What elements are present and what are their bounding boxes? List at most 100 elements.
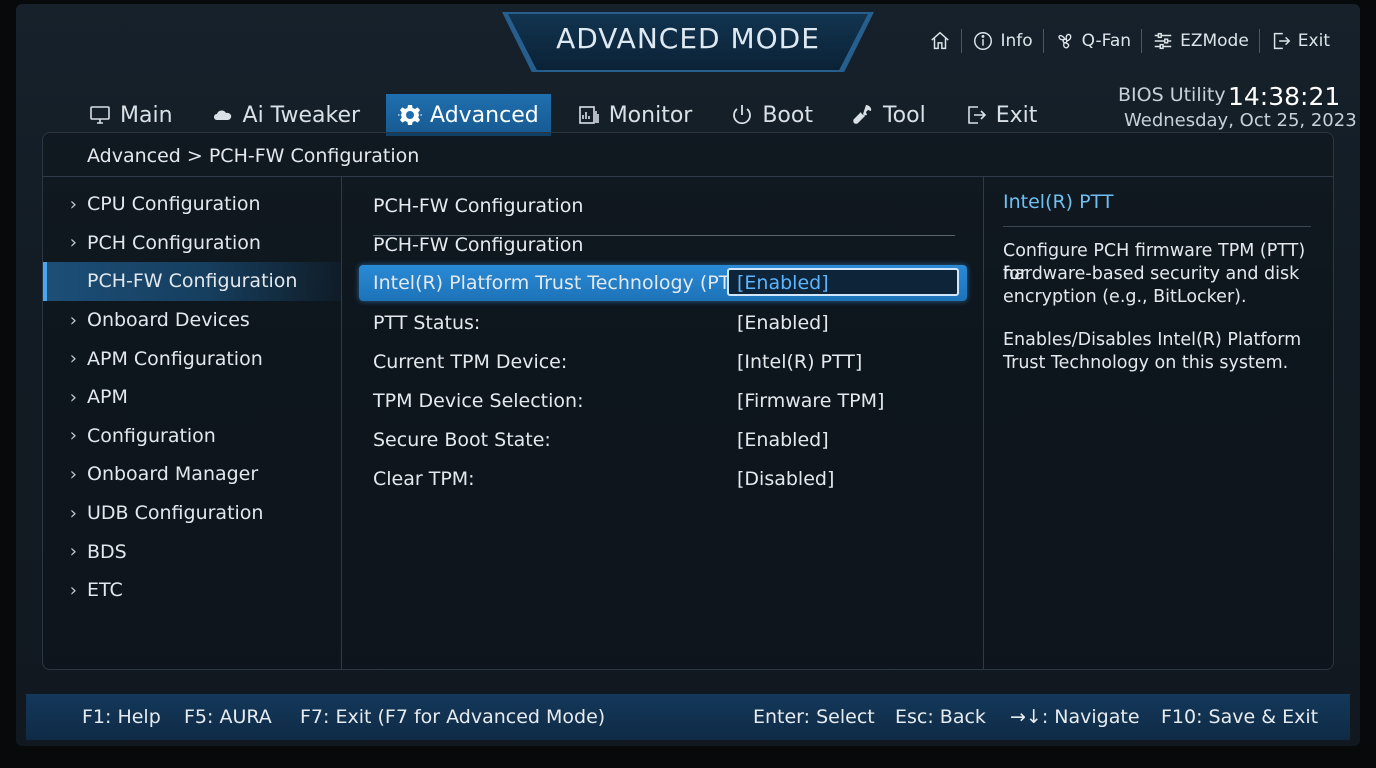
top-exit-button[interactable]: Exit — [1260, 30, 1340, 52]
clock: 14:38:21 — [1228, 82, 1341, 111]
divider — [341, 177, 342, 669]
tab-tool[interactable]: Tool — [839, 94, 938, 136]
sidebar-item-label: Configuration — [87, 424, 216, 447]
footer-help[interactable]: F1: Help — [82, 706, 161, 728]
tab-ai-tweaker[interactable]: Ai Tweaker — [199, 94, 373, 136]
gear-icon — [398, 105, 423, 125]
sidebar-item-label: UDB Configuration — [87, 502, 264, 525]
setting-label: TPM Device Selection: — [373, 390, 584, 412]
setting-row-ptt-status: PTT Status: [Enabled] — [359, 305, 967, 341]
tab-exit[interactable]: Exit — [952, 94, 1050, 136]
tab-tool-label: Tool — [882, 102, 926, 128]
ezmode-button[interactable]: EZMode — [1142, 30, 1259, 52]
setting-value: [Enabled] — [737, 312, 829, 334]
sidebar-item-udb-configuration[interactable]: › UDB Configuration — [43, 494, 341, 533]
exit-icon — [1273, 32, 1291, 50]
divider — [983, 177, 984, 669]
breadcrumb: Advanced > PCH-FW Configuration — [87, 145, 420, 167]
wrench-icon — [853, 105, 872, 124]
tab-boot[interactable]: Boot — [718, 94, 825, 136]
chevron-right-icon: › — [69, 193, 77, 215]
setting-label: Clear TPM: — [373, 468, 475, 490]
sidebar-item-label: Onboard Manager — [87, 463, 259, 486]
chevron-right-icon: › — [69, 502, 77, 524]
top-exit-label: Exit — [1297, 31, 1330, 51]
setting-label: Current TPM Device: — [373, 351, 568, 373]
help-text-line: Trust Technology on this system. — [1003, 353, 1289, 373]
setting-value[interactable]: [Disabled] — [737, 468, 834, 490]
qfan-button[interactable]: Q-Fan — [1044, 30, 1141, 52]
ezmode-label: EZMode — [1180, 31, 1249, 51]
date: Wednesday, Oct 25, 2023 — [1124, 110, 1357, 131]
sidebar-item-label: BDS — [87, 540, 127, 563]
setting-row-current-tpm-device: Current TPM Device: [Intel(R) PTT] — [359, 344, 967, 380]
setting-row-secure-boot-state: Secure Boot State: [Enabled] — [359, 422, 967, 458]
chevron-right-icon: › — [69, 463, 77, 485]
setting-label: Secure Boot State: — [373, 429, 551, 451]
footer-bar: F1: Help F5: AURA F7: Exit (F7 for Advan… — [26, 694, 1350, 740]
sidebar-item-label: ETC — [87, 579, 123, 602]
sidebar-item-pch-configuration[interactable]: › PCH Configuration — [43, 224, 341, 263]
bios-screen: ADVANCED MODE Info Q-Fan EZMode Exit BIO… — [16, 4, 1360, 746]
footer-exit-mode[interactable]: F7: Exit (F7 for Advanced Mode) — [300, 706, 605, 728]
exit-icon — [967, 106, 986, 124]
chevron-right-icon: › — [69, 232, 77, 254]
footer-navigate: →↓: Navigate — [1010, 706, 1140, 728]
info-label: Info — [1000, 31, 1033, 51]
setting-value[interactable]: [Enabled] — [737, 272, 829, 294]
chevron-right-icon: › — [69, 425, 77, 447]
tab-boot-label: Boot — [762, 102, 813, 128]
chevron-right-icon: › — [69, 579, 77, 601]
tab-main-label: Main — [120, 102, 173, 128]
main-tabs: Main Ai Tweaker Advanced Monitor Boot To… — [76, 94, 1063, 136]
main-panel: Advanced > PCH-FW Configuration › CPU Con… — [42, 132, 1334, 670]
info-icon — [974, 32, 993, 50]
sidebar-item-bds[interactable]: › BDS — [43, 532, 341, 571]
tab-monitor[interactable]: Monitor — [565, 94, 705, 136]
setting-value: [Intel(R) PTT] — [737, 351, 863, 373]
tab-main[interactable]: Main — [76, 94, 185, 136]
chevron-right-icon: › — [69, 348, 77, 370]
sidebar-item-apm[interactable]: › APM — [43, 378, 341, 417]
setting-row-ptt[interactable]: Intel(R) Platform Trust Technology (PTT)… — [359, 265, 967, 301]
sidebar-item-pch-fw-configuration[interactable]: PCH-FW Configuration — [43, 262, 341, 301]
footer-select: Enter: Select — [753, 706, 875, 728]
sidebar-item-onboard-devices[interactable]: › Onboard Devices — [43, 301, 341, 340]
chevron-right-icon: › — [69, 309, 77, 331]
help-text-line: encryption (e.g., BitLocker). — [1003, 287, 1247, 307]
sidebar-item-configuration[interactable]: › Configuration — [43, 417, 341, 456]
tab-advanced-label: Advanced — [430, 102, 539, 128]
sidebar-item-label: PCH-FW Configuration — [87, 270, 298, 293]
setting-row-tpm-device-selection[interactable]: TPM Device Selection: [Firmware TPM] — [359, 383, 967, 419]
chevron-right-icon: › — [69, 541, 77, 563]
tab-advanced[interactable]: Advanced — [386, 94, 551, 136]
footer-save-exit[interactable]: F10: Save & Exit — [1161, 706, 1318, 728]
divider — [1003, 226, 1311, 227]
tab-monitor-label: Monitor — [608, 102, 693, 128]
home-icon — [931, 31, 950, 50]
info-button[interactable]: Info — [962, 30, 1042, 52]
power-icon — [733, 105, 752, 125]
sidebar-item-cpu-configuration[interactable]: › CPU Configuration — [43, 185, 341, 224]
help-title: Intel(R) PTT — [1003, 191, 1114, 213]
help-text-line: Enables/Disables Intel(R) Platform — [1003, 330, 1302, 350]
sidebar-item-onboard-manager[interactable]: › Onboard Manager — [43, 455, 341, 494]
sidebar-item-etc[interactable]: › ETC — [43, 571, 341, 610]
sliders-icon — [1154, 32, 1172, 50]
sidebar-item-apm-configuration[interactable]: › APM Configuration — [43, 339, 341, 378]
setting-row-clear-tpm[interactable]: Clear TPM: [Disabled] — [359, 461, 967, 497]
monitor-icon — [90, 106, 110, 124]
home-button[interactable] — [919, 30, 961, 52]
sidebar-item-label: CPU Configuration — [87, 193, 261, 216]
bios-utility-label: BIOS Utility — [1118, 84, 1226, 106]
qfan-label: Q-Fan — [1081, 31, 1132, 51]
divider — [43, 176, 1333, 177]
setting-value[interactable]: [Firmware TPM] — [737, 390, 884, 412]
section-subheading: PCH-FW Configuration — [373, 234, 584, 256]
top-menu: Info Q-Fan EZMode Exit — [919, 26, 1340, 56]
fan-icon — [1058, 33, 1072, 49]
footer-aura[interactable]: F5: AURA — [184, 706, 272, 728]
sidebar-menu: › CPU Configuration › PCH Configuration PC… — [43, 185, 341, 610]
setting-label: Intel(R) Platform Trust Technology (PTT) — [373, 272, 749, 294]
footer-back[interactable]: Esc: Back — [895, 706, 986, 728]
